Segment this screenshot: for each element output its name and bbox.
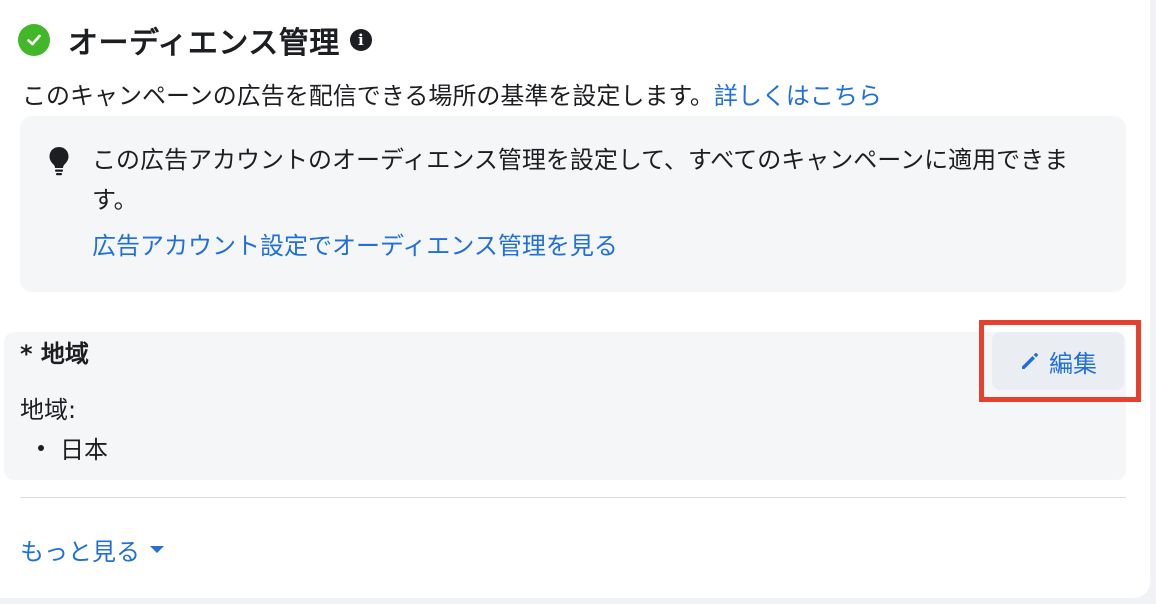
check-circle-icon [18, 24, 50, 56]
bullet-icon [38, 444, 44, 451]
region-value: 日本 [60, 436, 108, 464]
caret-down-icon [150, 546, 164, 553]
tip-text: この広告アカウントのオーディエンス管理を設定して、すべてのキャンペーンに適用でき… [92, 146, 1069, 214]
see-more-link[interactable]: もっと見る [20, 532, 164, 567]
section-header: オーディエンス管理 i [18, 20, 372, 61]
audience-controls-card: オーディエンス管理 i このキャンペーンの広告を配信できる場所の基準を設定します… [0, 0, 1150, 598]
list-item: 日本 [38, 430, 108, 465]
learn-more-link[interactable]: 詳しくはこちら [714, 82, 882, 110]
section-title: オーディエンス管理 [68, 26, 340, 61]
tip-box: この広告アカウントのオーディエンス管理を設定して、すべてのキャンペーンに適用でき… [20, 116, 1126, 292]
section-description: このキャンペーンの広告を配信できる場所の基準を設定します。詳しくはこちら [22, 76, 882, 111]
region-panel: * 地域 地域: 日本 [4, 332, 1126, 480]
lightbulb-icon [48, 146, 70, 180]
region-label: 地域: [20, 396, 77, 424]
see-more-label: もっと見る [20, 538, 140, 566]
highlight-box [979, 320, 1141, 402]
info-icon[interactable]: i [349, 29, 372, 51]
description-text: このキャンペーンの広告を配信できる場所の基準を設定します。 [22, 82, 714, 110]
ad-account-settings-link[interactable]: 広告アカウント設定でオーディエンス管理を見る [92, 226, 618, 266]
region-title: * 地域 [20, 340, 89, 368]
divider [20, 497, 1126, 498]
